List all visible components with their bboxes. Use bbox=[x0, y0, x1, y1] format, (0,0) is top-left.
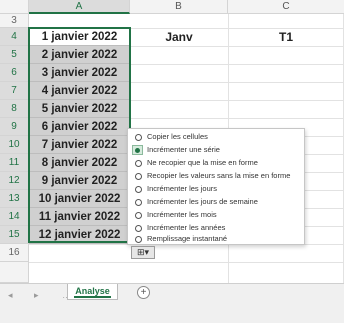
radio-icon bbox=[135, 199, 142, 206]
menu-item-fill-days[interactable]: Incrémenter les jours bbox=[128, 183, 304, 195]
row-header-13[interactable]: 13 bbox=[0, 190, 29, 208]
cell-b4[interactable]: Janv bbox=[130, 28, 228, 46]
menu-item-fill-months[interactable]: Incrémenter les mois bbox=[128, 209, 304, 221]
row-header-10[interactable]: 10 bbox=[0, 136, 29, 154]
column-header-bar: A B C bbox=[0, 0, 344, 14]
column-header-a[interactable]: A bbox=[29, 0, 130, 14]
menu-item-label: Incrémenter les jours bbox=[147, 184, 218, 193]
cell-a14[interactable]: 11 janvier 2022 bbox=[29, 208, 130, 226]
radio-icon bbox=[135, 173, 142, 180]
sheet-tab-bar: ◂ ▸ … Analyse + bbox=[0, 283, 344, 323]
column-header-b[interactable]: B bbox=[130, 0, 228, 14]
radio-icon bbox=[135, 186, 142, 193]
row-header-empty bbox=[0, 262, 29, 283]
radio-icon bbox=[135, 236, 142, 243]
row-header-5[interactable]: 5 bbox=[0, 46, 29, 64]
cell-a15[interactable]: 12 janvier 2022 bbox=[29, 226, 130, 244]
cell-a9[interactable]: 6 janvier 2022 bbox=[29, 118, 130, 136]
row-header-4[interactable]: 4 bbox=[0, 28, 29, 46]
menu-item-label: Remplissage instantané bbox=[147, 234, 228, 243]
menu-item-fill-without-formatting[interactable]: Recopier les valeurs sans la mise en for… bbox=[128, 170, 304, 182]
menu-item-label: Copier les cellules bbox=[147, 132, 208, 141]
add-sheet-icon[interactable]: + bbox=[137, 286, 150, 299]
cell-a13[interactable]: 10 janvier 2022 bbox=[29, 190, 130, 208]
column-header-c[interactable]: C bbox=[228, 0, 344, 14]
menu-item-flash-fill[interactable]: Remplissage instantané bbox=[128, 233, 304, 245]
cell-a12[interactable]: 9 janvier 2022 bbox=[29, 172, 130, 190]
autofill-options-button[interactable]: ⊞▾ bbox=[131, 246, 155, 259]
menu-item-fill-formatting-only[interactable]: Ne recopier que la mise en forme bbox=[128, 157, 304, 169]
menu-item-label: Incrémenter les jours de semaine bbox=[147, 197, 258, 206]
select-all-corner[interactable] bbox=[0, 0, 29, 14]
cell-a4[interactable]: 1 janvier 2022 bbox=[29, 28, 130, 46]
spreadsheet: A B C 3 4 5 6 7 8 9 10 11 12 13 14 15 16… bbox=[0, 0, 344, 323]
row-header-7[interactable]: 7 bbox=[0, 82, 29, 100]
menu-item-label: Recopier les valeurs sans la mise en for… bbox=[147, 171, 291, 180]
row-header-8[interactable]: 8 bbox=[0, 100, 29, 118]
menu-item-label: Incrémenter les mois bbox=[147, 210, 217, 219]
cell-a8[interactable]: 5 janvier 2022 bbox=[29, 100, 130, 118]
sheet-tab-analyse[interactable]: Analyse bbox=[67, 284, 118, 300]
radio-icon bbox=[135, 225, 142, 232]
cell-a10[interactable]: 7 janvier 2022 bbox=[29, 136, 130, 154]
cell-a11[interactable]: 8 janvier 2022 bbox=[29, 154, 130, 172]
menu-item-fill-series[interactable]: Incrémenter une série bbox=[128, 144, 304, 156]
menu-item-copy-cells[interactable]: Copier les cellules bbox=[128, 131, 304, 143]
row-header-12[interactable]: 12 bbox=[0, 172, 29, 190]
row-header-16[interactable]: 16 bbox=[0, 244, 29, 262]
autofill-options-icon: ⊞▾ bbox=[136, 247, 150, 257]
cell-a5[interactable]: 2 janvier 2022 bbox=[29, 46, 130, 64]
gridline bbox=[29, 262, 344, 263]
row-header-9[interactable]: 9 bbox=[0, 118, 29, 136]
menu-item-label: Incrémenter une série bbox=[147, 145, 220, 154]
cell-a7[interactable]: 4 janvier 2022 bbox=[29, 82, 130, 100]
cell-a6[interactable]: 3 janvier 2022 bbox=[29, 64, 130, 82]
row-header-11[interactable]: 11 bbox=[0, 154, 29, 172]
menu-item-fill-weekdays[interactable]: Incrémenter les jours de semaine bbox=[128, 196, 304, 208]
radio-checked-icon bbox=[132, 145, 143, 155]
row-header-15[interactable]: 15 bbox=[0, 226, 29, 244]
cell-c4[interactable]: T1 bbox=[228, 28, 344, 46]
scroll-left-icon[interactable]: ◂ bbox=[8, 290, 13, 301]
menu-item-label: Ne recopier que la mise en forme bbox=[147, 158, 258, 167]
radio-icon bbox=[135, 134, 142, 141]
row-header-6[interactable]: 6 bbox=[0, 64, 29, 82]
row-header-14[interactable]: 14 bbox=[0, 208, 29, 226]
scroll-right-icon[interactable]: ▸ bbox=[34, 290, 39, 301]
radio-icon bbox=[135, 212, 142, 219]
autofill-options-menu: Copier les cellules Incrémenter une séri… bbox=[127, 128, 305, 245]
row-header-3[interactable]: 3 bbox=[0, 14, 29, 28]
radio-icon bbox=[135, 160, 142, 167]
